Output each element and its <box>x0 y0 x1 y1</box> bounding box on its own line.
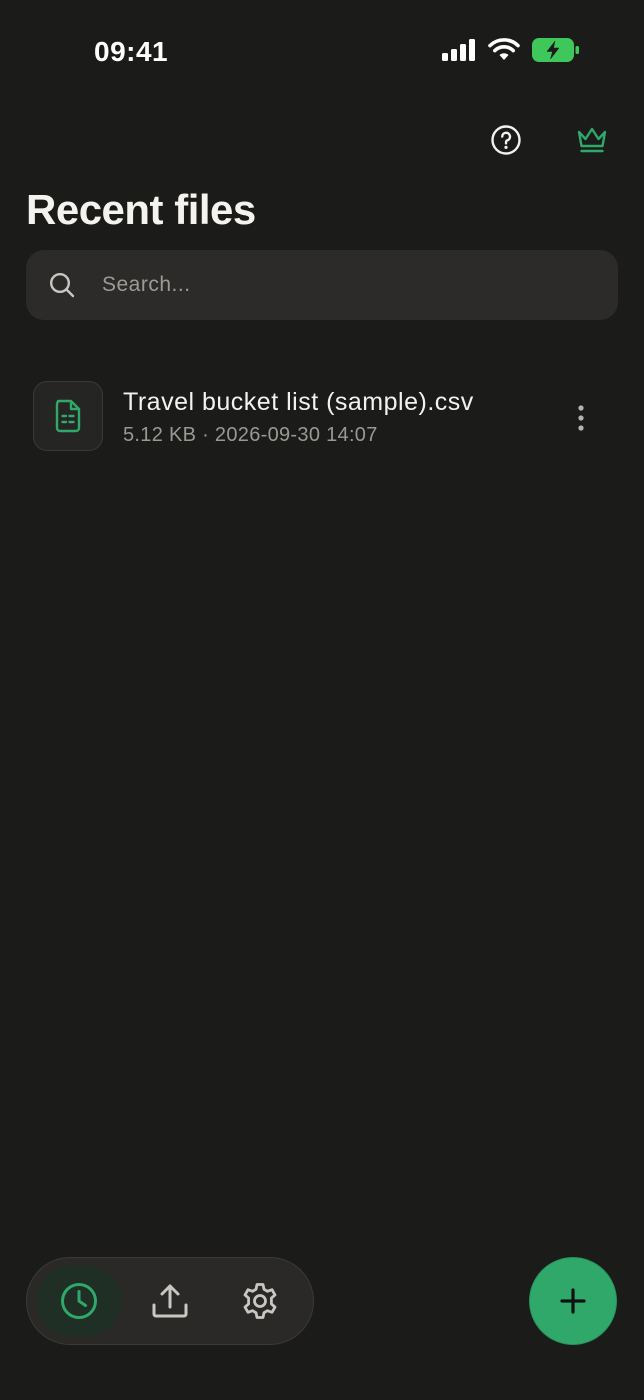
wifi-icon <box>488 38 520 60</box>
help-button[interactable] <box>484 118 528 162</box>
spreadsheet-file-icon <box>55 399 81 433</box>
search-box[interactable] <box>26 250 618 320</box>
nav-upload[interactable] <box>127 1265 213 1337</box>
page-title: Recent files <box>26 186 256 233</box>
clock-icon <box>61 1283 97 1319</box>
status-bar: 09:41 <box>0 0 644 100</box>
file-list-item[interactable]: Travel bucket list (sample).csv 5.12 KB … <box>26 372 618 462</box>
nav-recent[interactable] <box>36 1265 122 1337</box>
status-time: 09:41 <box>94 36 169 67</box>
file-thumbnail <box>33 381 103 451</box>
header-actions <box>484 118 614 162</box>
plus-icon <box>560 1288 586 1314</box>
search-icon <box>49 272 75 298</box>
file-more-button[interactable] <box>566 396 596 440</box>
file-name: Travel bucket list (sample).csv <box>123 388 474 416</box>
battery-charging-icon <box>532 38 579 62</box>
status-icons <box>442 38 580 62</box>
cellular-signal-icon <box>442 39 475 61</box>
premium-button[interactable] <box>570 118 614 162</box>
bottom-nav <box>26 1257 314 1345</box>
search-input[interactable] <box>102 250 602 320</box>
crown-icon <box>577 127 607 153</box>
help-circle-icon <box>491 125 521 155</box>
file-meta: 5.12 KB · 2026-09-30 14:07 <box>123 424 378 446</box>
more-vertical-icon <box>578 405 584 431</box>
gear-icon <box>243 1283 277 1319</box>
upload-icon <box>152 1284 188 1318</box>
add-file-button[interactable] <box>529 1257 617 1345</box>
nav-settings[interactable] <box>217 1265 303 1337</box>
